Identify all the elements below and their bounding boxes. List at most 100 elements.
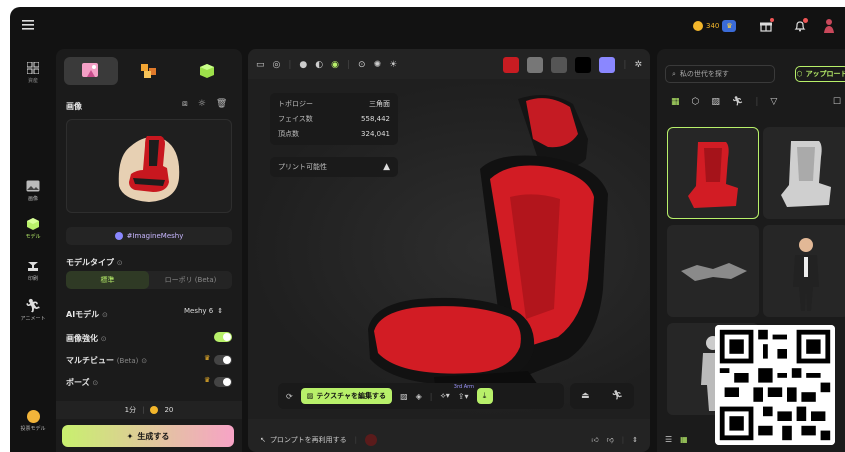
side-toolbar: ⏏ 🏃︎: [570, 383, 634, 409]
image-3d-icon: [82, 63, 98, 77]
gift-dot: [770, 18, 774, 22]
menu-icon[interactable]: [20, 17, 36, 33]
generate-button[interactable]: ✦ 生成する: [62, 425, 234, 447]
info-icon: ⊙: [116, 259, 123, 267]
mesh-info-card: トポロジー 三角面 フェイス数 558,442 頂点数 324,041: [270, 93, 398, 145]
shade-solid-icon[interactable]: ●: [299, 60, 307, 70]
filter-animate-icon[interactable]: 🏃︎: [732, 97, 743, 107]
shade-texture-icon[interactable]: ◉: [331, 60, 339, 70]
crown-icon: ♛: [722, 20, 737, 32]
rail-item-image[interactable]: 画像: [10, 179, 56, 202]
animate-icon[interactable]: 🏃︎: [612, 391, 623, 401]
rail-item-model[interactable]: モデル: [10, 217, 56, 240]
warning-icon: ▲: [383, 162, 390, 172]
flat-object-thumb: [681, 263, 747, 281]
light-icon[interactable]: ✺: [374, 60, 382, 70]
source-thumb-icon[interactable]: [365, 433, 378, 446]
swatch-rough[interactable]: [551, 57, 568, 73]
avatar[interactable]: [820, 17, 838, 35]
gallery-item-red-seat[interactable]: [667, 127, 759, 219]
printability-label: プリント可能性: [278, 163, 327, 171]
rail-item-assets[interactable]: 資産: [10, 61, 56, 84]
edit-texture-button[interactable]: ▨ テクスチャを編集する: [300, 388, 393, 404]
print-3d-icon[interactable]: ⏏: [581, 391, 590, 401]
info-row: トポロジー 三角面: [278, 99, 390, 108]
enhance-toggle[interactable]: [214, 332, 232, 342]
image-preview[interactable]: [66, 119, 232, 213]
grid-view-icon[interactable]: ▦: [680, 435, 688, 449]
globe-icon[interactable]: ◎: [273, 60, 281, 70]
gallery-item-flat-object[interactable]: [667, 225, 759, 317]
tag-chip[interactable]: #ImagineMeshy: [66, 227, 232, 245]
multiview-toggle[interactable]: [214, 355, 232, 365]
view-settings-icon[interactable]: ✲: [634, 60, 642, 70]
rail-item-vote[interactable]: 投票モデル: [10, 409, 56, 432]
gift-icon[interactable]: [758, 18, 774, 34]
sun-icon[interactable]: ☀: [389, 60, 397, 70]
pose-toggle[interactable]: [214, 377, 232, 387]
left-rail: 資産 画像 モデル 印刷 🏃︎ アニメート 投票モデル: [10, 45, 56, 452]
credits-count: 340: [706, 22, 720, 30]
tab-image-to-3d[interactable]: [64, 57, 118, 85]
crown-icon: ♛: [204, 354, 211, 362]
gallery-item-man-suit[interactable]: [763, 225, 845, 317]
printer-icon: [26, 259, 40, 273]
ai-model-label: AIモデル ⊙: [66, 310, 108, 319]
shade-half-icon[interactable]: ◐: [315, 60, 323, 70]
running-icon: 🏃︎: [24, 298, 42, 314]
swatch-normal[interactable]: [527, 57, 544, 73]
cost-credits: 20: [164, 406, 174, 414]
refresh-icon[interactable]: ⟳: [286, 392, 293, 401]
coin-icon: [150, 406, 159, 414]
rail-item-animate[interactable]: 🏃︎ アニメート: [10, 298, 56, 323]
split-icon[interactable]: ⧈: [182, 99, 188, 109]
chevron-updown-icon[interactable]: ⇕: [632, 436, 638, 444]
man-suit-thumb: [793, 238, 819, 311]
reuse-prompt-button[interactable]: ↖ プロンプトを再利用する: [260, 435, 347, 445]
crown-icon: ♛: [204, 376, 211, 384]
rail-vote-label: 投票モデル: [20, 426, 46, 432]
top-bar: 340 ♛: [10, 7, 845, 45]
rail-item-print[interactable]: 印刷: [10, 259, 56, 282]
ai-model-select[interactable]: Meshy 6 ⇕: [184, 307, 223, 315]
upload-button[interactable]: ⬡ アップロード: [795, 66, 845, 82]
thumbs-up-icon[interactable]: 👍︎: [591, 435, 598, 444]
text-cube-icon: [200, 64, 214, 78]
filter-all-icon[interactable]: ▦: [671, 97, 680, 107]
download-button[interactable]: ⤓: [476, 388, 493, 404]
filter-model-icon[interactable]: ⬡: [692, 97, 700, 107]
upload-label: アップロード: [805, 70, 845, 78]
credits-badge[interactable]: 340 ♛: [693, 19, 737, 33]
swatch-base[interactable]: [503, 57, 520, 73]
thumbs-down-icon[interactable]: 👎︎: [607, 435, 614, 444]
palette-icon[interactable]: ◈: [416, 392, 422, 401]
model-type-lowpoly[interactable]: ローポリ (Beta): [149, 271, 232, 289]
trash-icon[interactable]: 🗑︎: [216, 99, 227, 109]
filter-funnel-icon[interactable]: ▽: [770, 97, 777, 107]
model-type-standard[interactable]: 標準: [66, 271, 149, 289]
swatch-purple[interactable]: [599, 57, 616, 73]
target-icon[interactable]: ⊙: [358, 60, 366, 70]
gallery-item-gray-seat[interactable]: [763, 127, 845, 219]
app-window: 340 ♛ 資産 画像 モデル 印刷 🏃︎ アニメート 投票モデル 画像 ⧈ ☼…: [10, 7, 845, 452]
monitor-icon[interactable]: ▭: [256, 60, 265, 70]
third-arm-group[interactable]: 3rd Arm ⇪▾: [454, 384, 474, 401]
pattern-icon[interactable]: ▨: [400, 392, 408, 401]
gallery-item-qr[interactable]: [715, 325, 835, 445]
tab-multi-image[interactable]: [122, 57, 176, 85]
rig-icon[interactable]: ⟡▾: [440, 391, 449, 401]
printability-card[interactable]: プリント可能性 ▲: [270, 157, 398, 177]
swatch-black[interactable]: [575, 57, 592, 73]
rail-image-label: 画像: [27, 196, 38, 202]
search-box[interactable]: ⌕ 私の世代を探す: [665, 65, 775, 83]
list-view-icon[interactable]: ☰: [665, 435, 672, 449]
filter-texture-icon[interactable]: ▨: [711, 97, 720, 107]
gallery-panel: ⌕ 私の世代を探す ⬡ アップロード ▦ ⬡ ▨ 🏃︎ | ▽ ☐ ☰ ▦: [657, 49, 845, 452]
select-icon[interactable]: ☐: [833, 97, 841, 107]
bell-dot: [803, 18, 808, 23]
tab-text-to-3d[interactable]: [180, 57, 234, 85]
cube-icon: [26, 217, 40, 231]
coin-icon: [693, 21, 703, 31]
bell-icon[interactable]: [792, 18, 808, 34]
lightbulb-icon[interactable]: ☼: [198, 99, 206, 109]
